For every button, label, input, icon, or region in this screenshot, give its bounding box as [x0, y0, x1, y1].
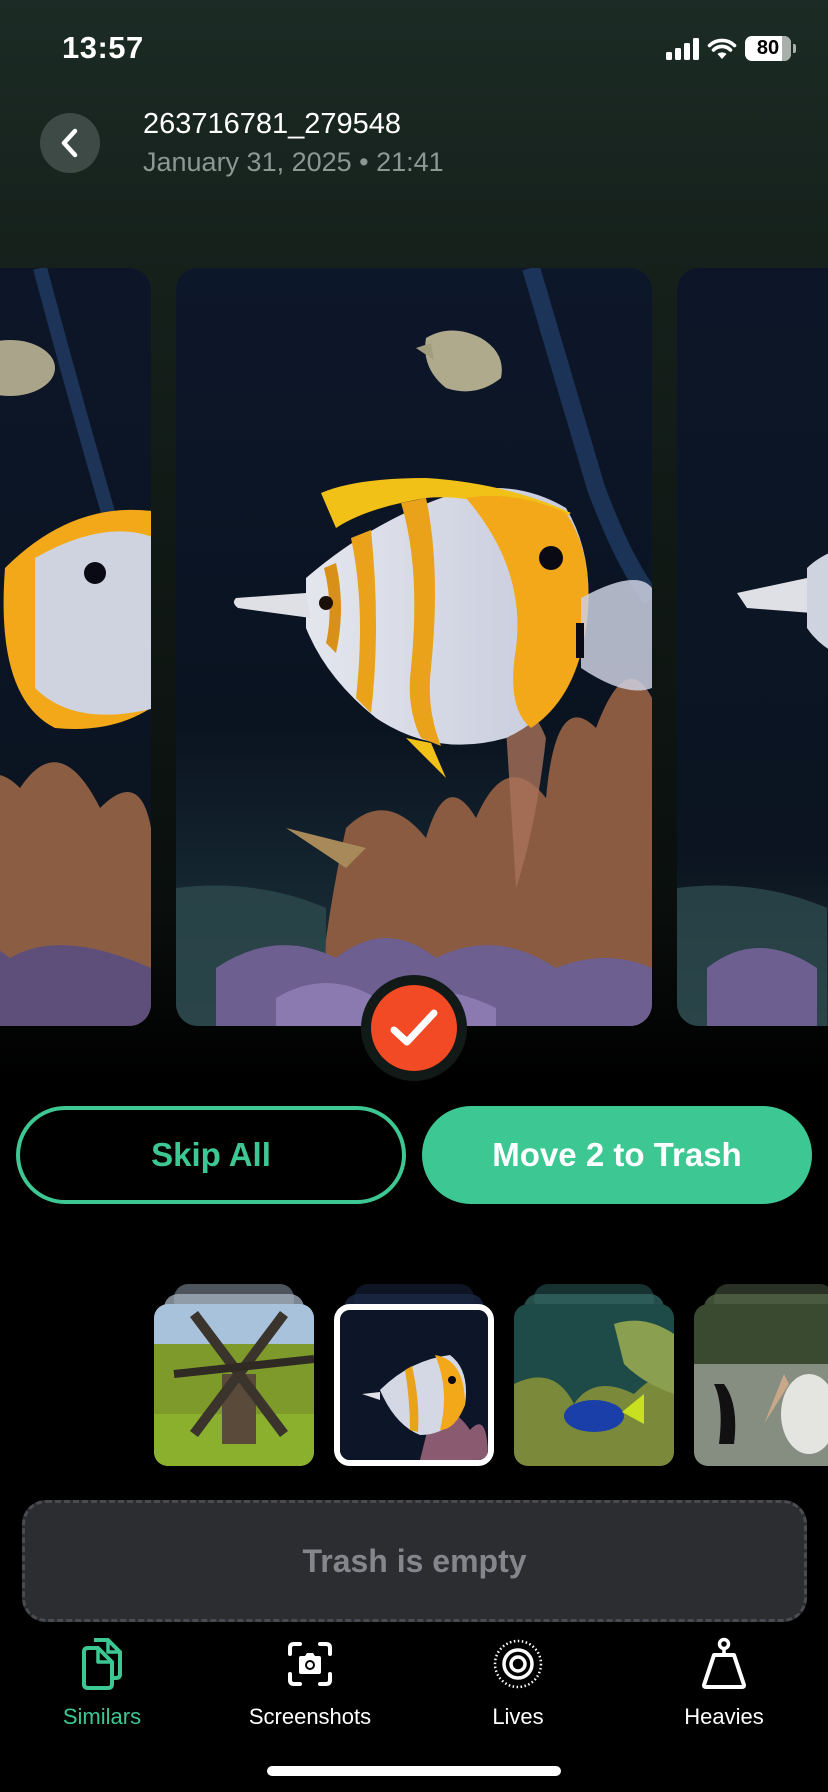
tab-label: Lives	[492, 1704, 544, 1729]
status-bar: 13:57 80	[0, 0, 828, 100]
trash-drop-zone[interactable]: Trash is empty	[22, 1500, 807, 1622]
tab-similars[interactable]: Similars	[2, 1636, 202, 1730]
photo-next[interactable]	[677, 268, 828, 1026]
tab-lives[interactable]: Lives	[418, 1636, 618, 1730]
tab-label: Heavies	[684, 1704, 764, 1729]
tab-screenshots[interactable]: Screenshots	[210, 1636, 410, 1730]
trash-status: Trash is empty	[302, 1542, 527, 1579]
selected-badge[interactable]	[361, 975, 467, 1081]
battery-tip	[793, 44, 796, 53]
wifi-icon	[707, 38, 737, 59]
weight-icon	[702, 1637, 746, 1689]
chevron-left-icon	[61, 128, 78, 158]
cellular-signal-icon	[666, 37, 699, 60]
back-button[interactable]	[40, 113, 100, 173]
thumbnail-butterflyfish[interactable]	[334, 1284, 494, 1466]
status-time: 13:57	[62, 30, 144, 65]
move-to-trash-button[interactable]: Move 2 to Trash	[422, 1106, 812, 1204]
skip-all-button[interactable]: Skip All	[16, 1106, 406, 1204]
screenshot-camera-icon	[288, 1642, 332, 1686]
photo-title: 263716781_279548	[143, 108, 402, 140]
photo-current[interactable]	[176, 268, 652, 1026]
live-photo-icon	[493, 1639, 543, 1689]
documents-icon	[82, 1638, 122, 1690]
battery-icon: 80	[745, 36, 791, 61]
home-indicator[interactable]	[267, 1766, 561, 1776]
tab-label: Screenshots	[248, 1704, 372, 1729]
battery-level: 80	[756, 37, 780, 59]
thumbnail-windmill[interactable]	[154, 1284, 314, 1466]
tab-heavies[interactable]: Heavies	[624, 1636, 824, 1730]
photo-date: January 31, 2025 • 21:41	[143, 147, 444, 177]
status-icons: 80	[666, 36, 796, 61]
thumbnail-pelican[interactable]	[694, 1284, 828, 1466]
thumbnail-blue-tang[interactable]	[514, 1284, 674, 1466]
tab-label: Similars	[62, 1704, 142, 1729]
photo-previous[interactable]	[0, 268, 151, 1026]
checkmark-icon	[390, 1009, 438, 1046]
